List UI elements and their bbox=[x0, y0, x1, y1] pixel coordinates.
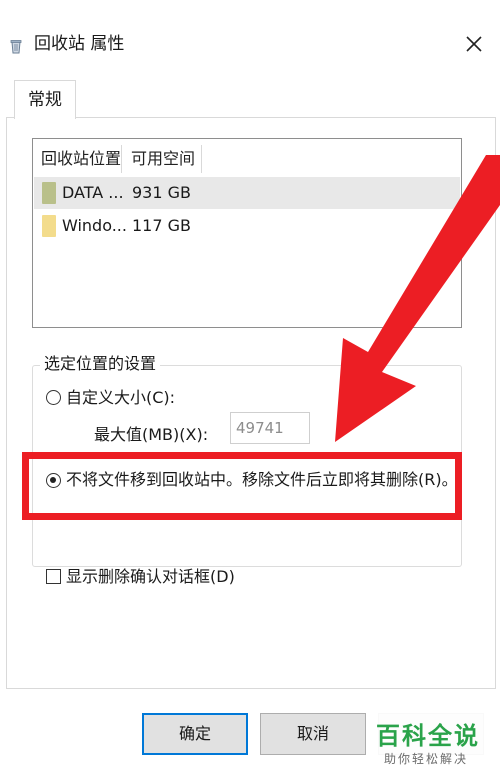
custom-size-radio[interactable] bbox=[46, 390, 61, 405]
list-row-data-drive[interactable]: DATA ... 931 GB bbox=[34, 177, 460, 209]
column-header-free-space[interactable]: 可用空间 bbox=[131, 139, 195, 177]
max-size-label: 最大值(MB)(X): bbox=[94, 425, 209, 444]
free-space-value: 931 GB bbox=[132, 183, 191, 202]
recycle-bin-icon bbox=[10, 40, 22, 54]
watermark-logo: 百科全说 bbox=[376, 722, 480, 750]
cancel-button[interactable]: 取消 bbox=[260, 713, 366, 755]
location-name: Windo... bbox=[62, 216, 127, 235]
free-space-value: 117 GB bbox=[132, 216, 191, 235]
list-row-windows-drive[interactable]: Windo... 117 GB bbox=[34, 210, 460, 242]
drive-icon bbox=[42, 215, 56, 237]
drive-icon bbox=[42, 182, 56, 204]
confirm-delete-checkbox[interactable] bbox=[46, 569, 61, 584]
column-separator bbox=[121, 145, 122, 173]
custom-size-label[interactable]: 自定义大小(C): bbox=[66, 387, 175, 409]
list-header: 回收站位置 可用空间 bbox=[33, 139, 461, 177]
watermark-tagline: 助你轻松解决 bbox=[384, 752, 469, 766]
ok-button[interactable]: 确定 bbox=[142, 713, 248, 755]
close-icon[interactable] bbox=[456, 28, 492, 60]
recycle-locations-list[interactable]: 回收站位置 可用空间 DATA ... 931 GB Windo... 117 … bbox=[32, 138, 462, 328]
window-title: 回收站 属性 bbox=[34, 34, 125, 54]
confirm-delete-label[interactable]: 显示删除确认对话框(D) bbox=[66, 566, 235, 588]
location-name: DATA ... bbox=[62, 183, 124, 202]
max-size-input[interactable]: 49741 bbox=[230, 412, 310, 444]
settings-group-label: 选定位置的设置 bbox=[40, 354, 161, 374]
title-bar: 回收站 属性 bbox=[0, 0, 500, 80]
annotation-highlight-box bbox=[22, 452, 462, 520]
column-separator bbox=[201, 145, 202, 173]
tab-general[interactable]: 常规 bbox=[14, 80, 76, 119]
column-header-location[interactable]: 回收站位置 bbox=[41, 139, 121, 177]
